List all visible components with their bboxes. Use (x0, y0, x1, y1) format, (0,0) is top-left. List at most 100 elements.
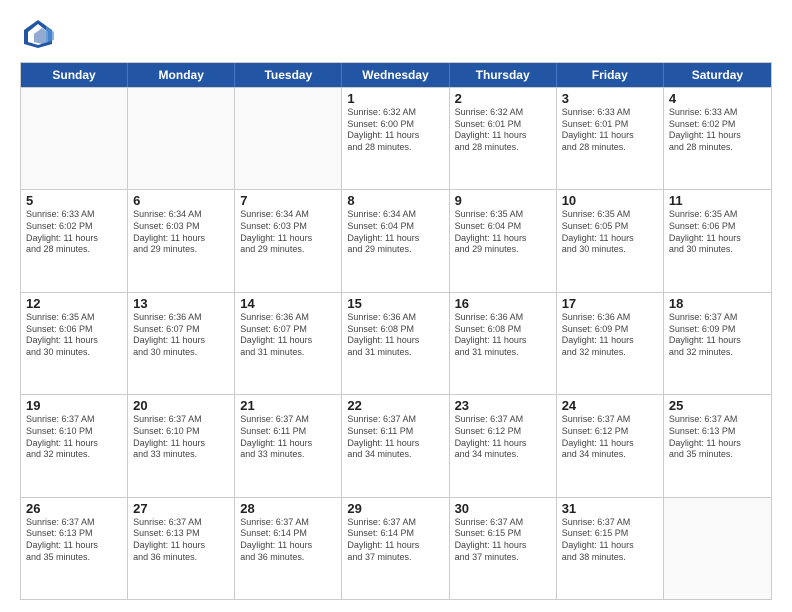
cell-line: Sunset: 6:15 PM (562, 528, 658, 540)
cell-line: Sunset: 6:12 PM (562, 426, 658, 438)
day-number: 28 (240, 501, 336, 516)
calendar-cell: 14Sunrise: 6:36 AMSunset: 6:07 PMDayligh… (235, 293, 342, 394)
page: SundayMondayTuesdayWednesdayThursdayFrid… (0, 0, 792, 612)
calendar-cell: 10Sunrise: 6:35 AMSunset: 6:05 PMDayligh… (557, 190, 664, 291)
day-number: 3 (562, 91, 658, 106)
cell-line: Sunrise: 6:37 AM (240, 414, 336, 426)
cell-line: Daylight: 11 hours (347, 335, 443, 347)
cell-line: Daylight: 11 hours (669, 438, 766, 450)
cell-line: and 28 minutes. (455, 142, 551, 154)
cell-line: Sunrise: 6:36 AM (347, 312, 443, 324)
cell-line: Sunset: 6:09 PM (669, 324, 766, 336)
calendar-cell: 7Sunrise: 6:34 AMSunset: 6:03 PMDaylight… (235, 190, 342, 291)
day-number: 7 (240, 193, 336, 208)
cell-line: Sunrise: 6:37 AM (669, 312, 766, 324)
cell-line: Daylight: 11 hours (133, 233, 229, 245)
day-number: 18 (669, 296, 766, 311)
cell-line: Daylight: 11 hours (562, 438, 658, 450)
cell-line: Sunrise: 6:36 AM (455, 312, 551, 324)
cell-line: Sunrise: 6:36 AM (133, 312, 229, 324)
day-number: 1 (347, 91, 443, 106)
cell-line: Daylight: 11 hours (240, 540, 336, 552)
cell-line: and 34 minutes. (562, 449, 658, 461)
day-number: 2 (455, 91, 551, 106)
cell-line: Daylight: 11 hours (455, 540, 551, 552)
cell-line: Sunrise: 6:37 AM (562, 517, 658, 529)
cell-line: and 36 minutes. (133, 552, 229, 564)
calendar-cell (235, 88, 342, 189)
cell-line: and 36 minutes. (240, 552, 336, 564)
calendar-cell: 29Sunrise: 6:37 AMSunset: 6:14 PMDayligh… (342, 498, 449, 599)
cell-line: Sunrise: 6:37 AM (562, 414, 658, 426)
cell-line: Daylight: 11 hours (133, 335, 229, 347)
calendar-cell: 30Sunrise: 6:37 AMSunset: 6:15 PMDayligh… (450, 498, 557, 599)
cell-line: and 30 minutes. (562, 244, 658, 256)
cell-line: and 38 minutes. (562, 552, 658, 564)
header-day-sunday: Sunday (21, 63, 128, 87)
cell-line: and 29 minutes. (240, 244, 336, 256)
cell-line: Sunrise: 6:35 AM (669, 209, 766, 221)
cell-line: Sunset: 6:14 PM (240, 528, 336, 540)
cell-line: Sunset: 6:01 PM (562, 119, 658, 131)
cell-line: Daylight: 11 hours (26, 335, 122, 347)
cell-line: Sunrise: 6:37 AM (26, 414, 122, 426)
day-number: 23 (455, 398, 551, 413)
cell-line: Sunrise: 6:37 AM (133, 414, 229, 426)
day-number: 30 (455, 501, 551, 516)
day-number: 31 (562, 501, 658, 516)
calendar-cell (664, 498, 771, 599)
header-day-wednesday: Wednesday (342, 63, 449, 87)
cell-line: Sunrise: 6:34 AM (133, 209, 229, 221)
day-number: 6 (133, 193, 229, 208)
cell-line: Daylight: 11 hours (133, 438, 229, 450)
cell-line: Daylight: 11 hours (347, 130, 443, 142)
calendar-cell: 11Sunrise: 6:35 AMSunset: 6:06 PMDayligh… (664, 190, 771, 291)
cell-line: Sunset: 6:14 PM (347, 528, 443, 540)
calendar-cell: 24Sunrise: 6:37 AMSunset: 6:12 PMDayligh… (557, 395, 664, 496)
cell-line: and 30 minutes. (669, 244, 766, 256)
calendar-cell: 22Sunrise: 6:37 AMSunset: 6:11 PMDayligh… (342, 395, 449, 496)
cell-line: Sunset: 6:07 PM (133, 324, 229, 336)
cell-line: Daylight: 11 hours (240, 335, 336, 347)
day-number: 26 (26, 501, 122, 516)
cell-line: Sunrise: 6:37 AM (347, 517, 443, 529)
calendar-cell: 19Sunrise: 6:37 AMSunset: 6:10 PMDayligh… (21, 395, 128, 496)
cell-line: and 29 minutes. (133, 244, 229, 256)
cell-line: Sunset: 6:13 PM (669, 426, 766, 438)
cell-line: Sunset: 6:05 PM (562, 221, 658, 233)
cell-line: Sunrise: 6:36 AM (562, 312, 658, 324)
cell-line: and 34 minutes. (347, 449, 443, 461)
cell-line: Sunset: 6:00 PM (347, 119, 443, 131)
day-number: 21 (240, 398, 336, 413)
calendar-cell: 8Sunrise: 6:34 AMSunset: 6:04 PMDaylight… (342, 190, 449, 291)
cell-line: and 33 minutes. (240, 449, 336, 461)
cell-line: and 32 minutes. (26, 449, 122, 461)
calendar-cell: 25Sunrise: 6:37 AMSunset: 6:13 PMDayligh… (664, 395, 771, 496)
day-number: 22 (347, 398, 443, 413)
calendar-cell: 20Sunrise: 6:37 AMSunset: 6:10 PMDayligh… (128, 395, 235, 496)
cell-line: and 30 minutes. (133, 347, 229, 359)
cell-line: and 32 minutes. (562, 347, 658, 359)
cell-line: Sunset: 6:06 PM (669, 221, 766, 233)
cell-line: and 31 minutes. (455, 347, 551, 359)
calendar-cell: 9Sunrise: 6:35 AMSunset: 6:04 PMDaylight… (450, 190, 557, 291)
header (20, 16, 772, 52)
day-number: 29 (347, 501, 443, 516)
logo (20, 16, 60, 52)
cell-line: Daylight: 11 hours (455, 233, 551, 245)
cell-line: Sunrise: 6:32 AM (455, 107, 551, 119)
cell-line: Daylight: 11 hours (240, 233, 336, 245)
cell-line: Daylight: 11 hours (455, 335, 551, 347)
cell-line: and 35 minutes. (669, 449, 766, 461)
cell-line: and 37 minutes. (347, 552, 443, 564)
cell-line: and 29 minutes. (347, 244, 443, 256)
cell-line: Daylight: 11 hours (562, 335, 658, 347)
calendar-cell: 4Sunrise: 6:33 AMSunset: 6:02 PMDaylight… (664, 88, 771, 189)
header-day-tuesday: Tuesday (235, 63, 342, 87)
calendar-header: SundayMondayTuesdayWednesdayThursdayFrid… (21, 63, 771, 87)
header-day-monday: Monday (128, 63, 235, 87)
day-number: 20 (133, 398, 229, 413)
calendar-cell: 15Sunrise: 6:36 AMSunset: 6:08 PMDayligh… (342, 293, 449, 394)
cell-line: and 33 minutes. (133, 449, 229, 461)
cell-line: and 35 minutes. (26, 552, 122, 564)
